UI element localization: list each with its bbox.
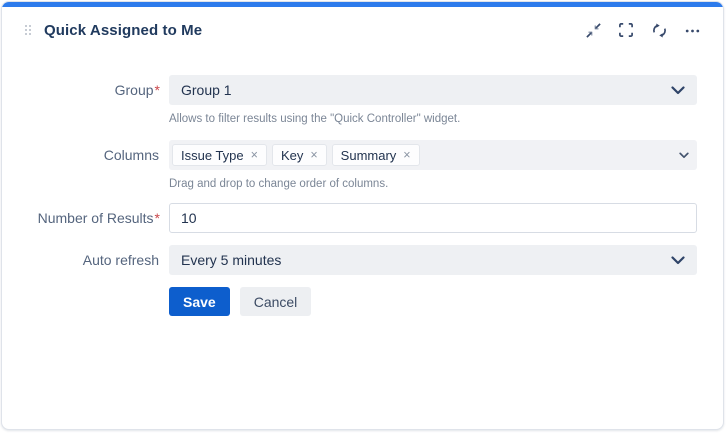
chevron-down-icon bbox=[671, 252, 685, 268]
refresh-icon bbox=[651, 22, 668, 39]
group-row: Group* Group 1 bbox=[26, 75, 697, 105]
chevron-down-icon bbox=[679, 146, 689, 164]
number-of-results-input[interactable] bbox=[169, 203, 697, 233]
columns-label: Columns bbox=[26, 140, 160, 170]
auto-refresh-row: Auto refresh Every 5 minutes bbox=[26, 245, 697, 275]
required-marker: * bbox=[155, 210, 160, 226]
number-of-results-row: Number of Results* bbox=[26, 203, 697, 233]
auto-refresh-value: Every 5 minutes bbox=[181, 252, 671, 268]
tag-remove-icon[interactable]: × bbox=[310, 148, 317, 162]
group-help-text: Allows to filter results using the "Quic… bbox=[169, 113, 697, 125]
required-marker: * bbox=[155, 82, 160, 98]
column-tag[interactable]: Key × bbox=[272, 144, 327, 166]
columns-multiselect[interactable]: Issue Type × Key × Summary × bbox=[169, 140, 697, 170]
auto-refresh-select[interactable]: Every 5 minutes bbox=[169, 245, 697, 275]
column-tag[interactable]: Issue Type × bbox=[172, 144, 267, 166]
group-select[interactable]: Group 1 bbox=[169, 75, 697, 105]
fullscreen-button[interactable] bbox=[615, 19, 637, 41]
group-select-value: Group 1 bbox=[181, 82, 671, 98]
chevron-down-icon bbox=[671, 82, 685, 98]
form-actions: Save Cancel bbox=[169, 287, 697, 316]
collapse-icon bbox=[585, 22, 602, 39]
columns-help-text: Drag and drop to change order of columns… bbox=[169, 178, 697, 190]
column-tag-label: Issue Type bbox=[181, 148, 244, 163]
ellipsis-icon bbox=[684, 22, 701, 39]
config-form: Group* Group 1 Allows to filter results … bbox=[2, 53, 723, 316]
widget-header: Quick Assigned to Me bbox=[2, 7, 723, 53]
number-of-results-label: Number of Results* bbox=[26, 203, 160, 233]
widget-title: Quick Assigned to Me bbox=[44, 22, 202, 39]
column-tag-label: Key bbox=[281, 148, 303, 163]
tag-remove-icon[interactable]: × bbox=[403, 148, 410, 162]
columns-tags: Issue Type × Key × Summary × bbox=[172, 144, 679, 166]
cancel-button[interactable]: Cancel bbox=[240, 287, 312, 316]
tag-remove-icon[interactable]: × bbox=[251, 148, 258, 162]
save-button[interactable]: Save bbox=[169, 287, 230, 316]
group-label: Group* bbox=[26, 75, 160, 105]
collapse-button[interactable] bbox=[582, 19, 604, 41]
more-button[interactable] bbox=[681, 19, 703, 41]
refresh-button[interactable] bbox=[648, 19, 670, 41]
column-tag-label: Summary bbox=[341, 148, 397, 163]
widget-panel: Quick Assigned to Me bbox=[1, 1, 724, 430]
drag-handle-icon[interactable] bbox=[25, 25, 31, 35]
column-tag[interactable]: Summary × bbox=[332, 144, 420, 166]
fullscreen-icon bbox=[618, 22, 634, 38]
auto-refresh-label: Auto refresh bbox=[26, 245, 160, 275]
columns-row: Columns Issue Type × Key × bbox=[26, 140, 697, 170]
